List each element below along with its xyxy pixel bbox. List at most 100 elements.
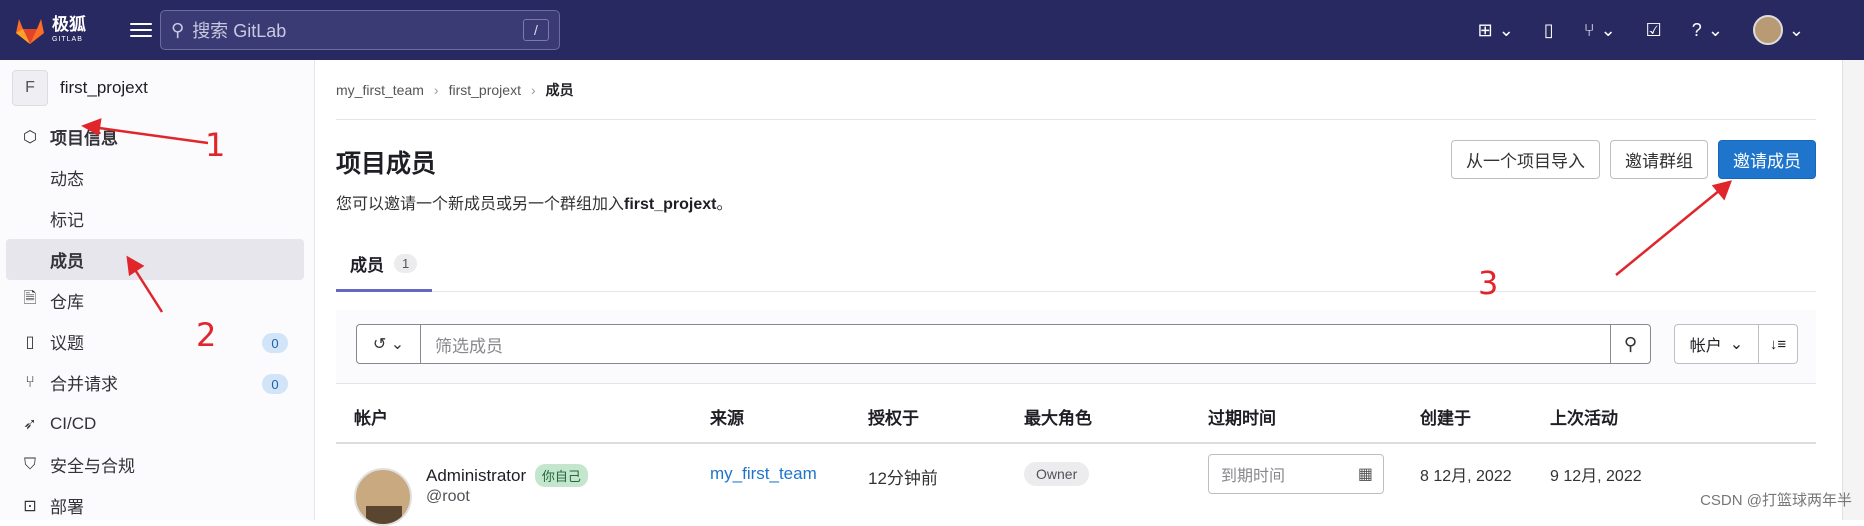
annotation-number-3: 3 [1478,264,1498,302]
hamburger-menu-icon[interactable] [130,23,152,37]
tanuki-logo-icon [14,15,46,45]
sidebar-item-issues[interactable]: ▯ 议题 0 [0,321,314,362]
project-name: first_projext [60,78,148,98]
help-dropdown[interactable]: ?⌄ [1692,20,1723,41]
column-header-expiration: 过期时间 [1208,404,1276,429]
tab-label: 成员 [350,251,384,276]
search-shortcut-key: / [523,19,549,41]
issues-nav-icon[interactable]: ▯ [1544,20,1554,41]
sort-control: 帐户 ⌄ ↓≡ [1674,324,1798,364]
create-new-dropdown[interactable]: ⊞⌄ [1478,20,1514,41]
page-title: 项目成员 [336,144,436,180]
rocket-icon: ➶ [20,414,40,434]
top-navbar: 极狐 GITLAB ⚲ 搜索 GitLab / ⊞⌄ ▯ ⑂⌄ ☑ ?⌄ ⌄ [0,0,1864,60]
chevron-down-icon: ⌄ [391,334,404,354]
member-source-link[interactable]: my_first_team [710,464,817,484]
import-from-project-button[interactable]: 从一个项目导入 [1451,140,1600,179]
table-row: Administrator 你自己 @root my_first_team 12… [336,446,1816,526]
members-tabs: 成员 1 [336,238,1816,292]
invite-group-button[interactable]: 邀请群组 [1610,140,1708,179]
chevron-down-icon: ⌄ [1601,20,1616,41]
column-header-source: 来源 [710,404,744,429]
sidebar-item-activity[interactable]: 动态 [0,157,314,198]
member-username: @root [426,488,470,506]
sidebar-item-repository[interactable]: 🗎 仓库 [0,280,314,321]
its-you-badge: 你自己 [535,464,588,487]
chevron-down-icon: ⌄ [1708,20,1723,41]
filter-members-input[interactable]: 筛选成员 [421,325,1610,363]
page-actions: 从一个项目导入 邀请群组 邀请成员 [1451,140,1816,179]
sidebar-item-labels[interactable]: 标记 [0,198,314,239]
expiration-date-input[interactable]: 到期时间 ▦ [1208,454,1384,494]
member-name[interactable]: Administrator 你自己 [426,464,588,487]
breadcrumb-separator-icon: › [434,82,439,98]
breadcrumb-group-link[interactable]: my_first_team [336,82,424,98]
column-header-account: 帐户 [354,404,388,429]
issues-icon: ▯ [20,332,40,352]
merge-requests-dropdown[interactable]: ⑂⌄ [1584,20,1616,41]
gitlab-logo[interactable]: 极狐 GITLAB [14,15,104,45]
member-role-badge: Owner [1024,462,1089,486]
filter-bar: ↺ ⌄ 筛选成员 ⚲ 帐户 ⌄ ↓≡ [336,310,1816,384]
user-menu-dropdown[interactable]: ⌄ [1753,15,1804,45]
history-icon: ↺ [373,334,386,354]
search-icon: ⚲ [1624,334,1637,355]
help-icon: ? [1692,20,1702,41]
project-avatar: F [12,70,48,106]
search-placeholder: 搜索 GitLab [192,17,286,43]
member-name-text: Administrator [426,466,526,485]
chevron-down-icon: ⌄ [1730,334,1743,354]
breadcrumb-project-link[interactable]: first_projext [449,82,521,98]
annotation-number-2: 2 [196,316,216,354]
sidebar-item-ci-cd[interactable]: ➶ CI/CD [0,403,314,444]
logo-subtext: GITLAB [52,36,86,43]
sort-by-dropdown[interactable]: 帐户 ⌄ [1675,325,1759,363]
sort-label: 帐户 [1690,332,1722,356]
member-avatar[interactable] [354,468,412,526]
annotation-arrowhead-3 [1714,182,1730,198]
info-icon: ⬡ [20,127,40,147]
sort-direction-icon[interactable]: ↓≡ [1759,325,1797,363]
chevron-down-icon: ⌄ [1499,20,1514,41]
sidebar-item-label: 动态 [50,165,84,190]
description-suffix: 。 [716,196,732,213]
deploy-icon: ⊡ [20,496,40,516]
chevron-down-icon: ⌄ [1789,20,1804,41]
column-header-last-activity: 上次活动 [1550,404,1618,429]
page-scrollbar[interactable] [1842,60,1864,520]
merge-requests-count-badge: 0 [262,374,288,394]
tab-members[interactable]: 成员 1 [336,238,432,292]
member-last-activity: 9 12月, 2022 [1550,462,1642,486]
column-header-created: 创建于 [1420,404,1471,429]
sidebar-item-merge-requests[interactable]: ⑂ 合并请求 0 [0,362,314,403]
breadcrumb-current[interactable]: 成员 [546,80,574,100]
sidebar-item-label: 合并请求 [50,370,118,395]
annotation-number-1: 1 [205,126,225,164]
column-header-granted: 授权于 [868,404,919,429]
todos-icon[interactable]: ☑ [1646,20,1662,41]
recent-searches-dropdown[interactable]: ↺ ⌄ [357,325,421,363]
sidebar-project-header[interactable]: F first_projext [0,60,314,116]
file-icon: 🗎 [20,287,40,314]
sidebar-item-members[interactable]: 成员 [6,239,304,280]
tab-count-badge: 1 [394,254,417,273]
sidebar-item-security[interactable]: ⛉ 安全与合规 [0,444,314,485]
breadcrumb: my_first_team › first_projext › 成员 [336,60,1816,120]
search-button[interactable]: ⚲ [1610,325,1650,363]
sidebar-item-label: 部署 [50,493,84,518]
invite-members-button[interactable]: 邀请成员 [1718,140,1816,179]
description-project-name: first_projext [624,196,716,213]
sidebar-item-label: 仓库 [50,288,84,313]
sidebar-item-label: 标记 [50,206,84,231]
project-sidebar: F first_projext ⬡ 项目信息 动态 标记 成员 🗎 仓库 ▯ 议… [0,60,315,520]
issues-count-badge: 0 [262,333,288,353]
calendar-icon: ▦ [1358,464,1373,484]
column-header-max-role: 最大角色 [1024,404,1092,429]
member-created: 8 12月, 2022 [1420,462,1512,486]
search-input[interactable]: ⚲ 搜索 GitLab / [160,10,560,50]
sidebar-item-project-info[interactable]: ⬡ 项目信息 [0,116,314,157]
breadcrumb-separator-icon: › [531,82,536,98]
table-header: 帐户 来源 授权于 最大角色 过期时间 创建于 上次活动 [336,384,1816,444]
search-icon: ⚲ [171,20,184,41]
expiration-placeholder: 到期时间 [1221,462,1285,486]
